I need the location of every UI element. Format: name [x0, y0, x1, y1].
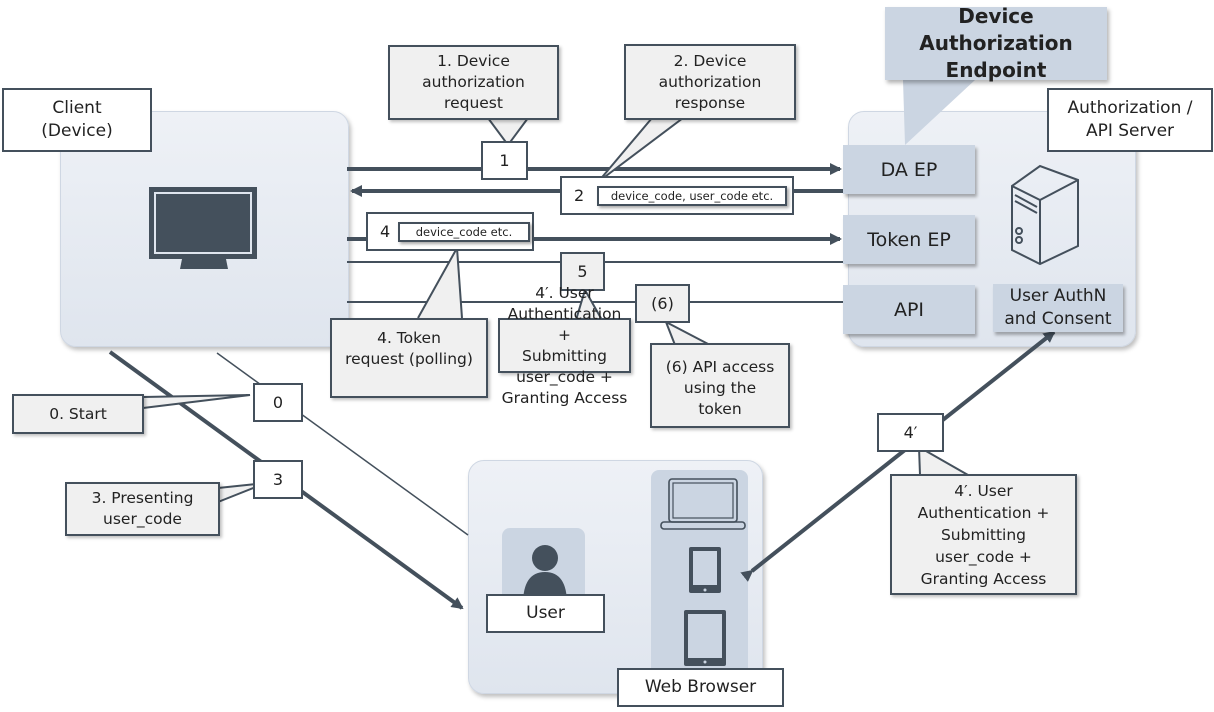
- callout-step-3: 3. Presenting user_code: [65, 482, 220, 536]
- callout-step-1: 1. Device authorization request: [388, 45, 559, 120]
- step-0-marker: 0: [253, 383, 303, 422]
- step-2-payload: device_code, user_code etc.: [597, 186, 787, 206]
- callout-step-4-prime: 4′. User Authentication + Submitting use…: [890, 474, 1077, 595]
- step-4-prime-marker: 4′: [877, 413, 944, 452]
- client-label: Client (Device): [2, 88, 152, 152]
- step-4-number: 4: [380, 222, 391, 241]
- callout-step-0: 0. Start: [12, 394, 144, 434]
- step-6-marker: (6): [635, 284, 690, 323]
- device-flow-diagram: Client (Device) Authorization / API Serv…: [0, 0, 1214, 712]
- endpoint-token-ep: Token EP: [843, 215, 975, 264]
- step-2-number: 2: [574, 186, 585, 205]
- endpoint-da-ep: DA EP: [843, 145, 975, 194]
- endpoint-api: API: [843, 285, 975, 334]
- callout-step-2: 2. Device authorization response: [624, 44, 796, 120]
- step-1-marker: 1: [481, 141, 528, 180]
- browser-label: Web Browser: [617, 668, 784, 707]
- endpoint-user-authn: User AuthN and Consent: [993, 284, 1123, 332]
- step-3-marker: 3: [253, 460, 303, 499]
- callout-step-4: 4. Token request (polling): [330, 318, 488, 398]
- callout-step-5: 4′. User Authentication + Submitting use…: [498, 284, 631, 407]
- user-label: User: [486, 594, 605, 633]
- server-label: Authorization / API Server: [1047, 88, 1213, 152]
- device-authorization-endpoint-title: Device Authorization Endpoint: [885, 4, 1107, 82]
- callout-step-6: (6) API access using the token: [650, 343, 790, 428]
- step-4-payload: device_code etc.: [398, 222, 530, 242]
